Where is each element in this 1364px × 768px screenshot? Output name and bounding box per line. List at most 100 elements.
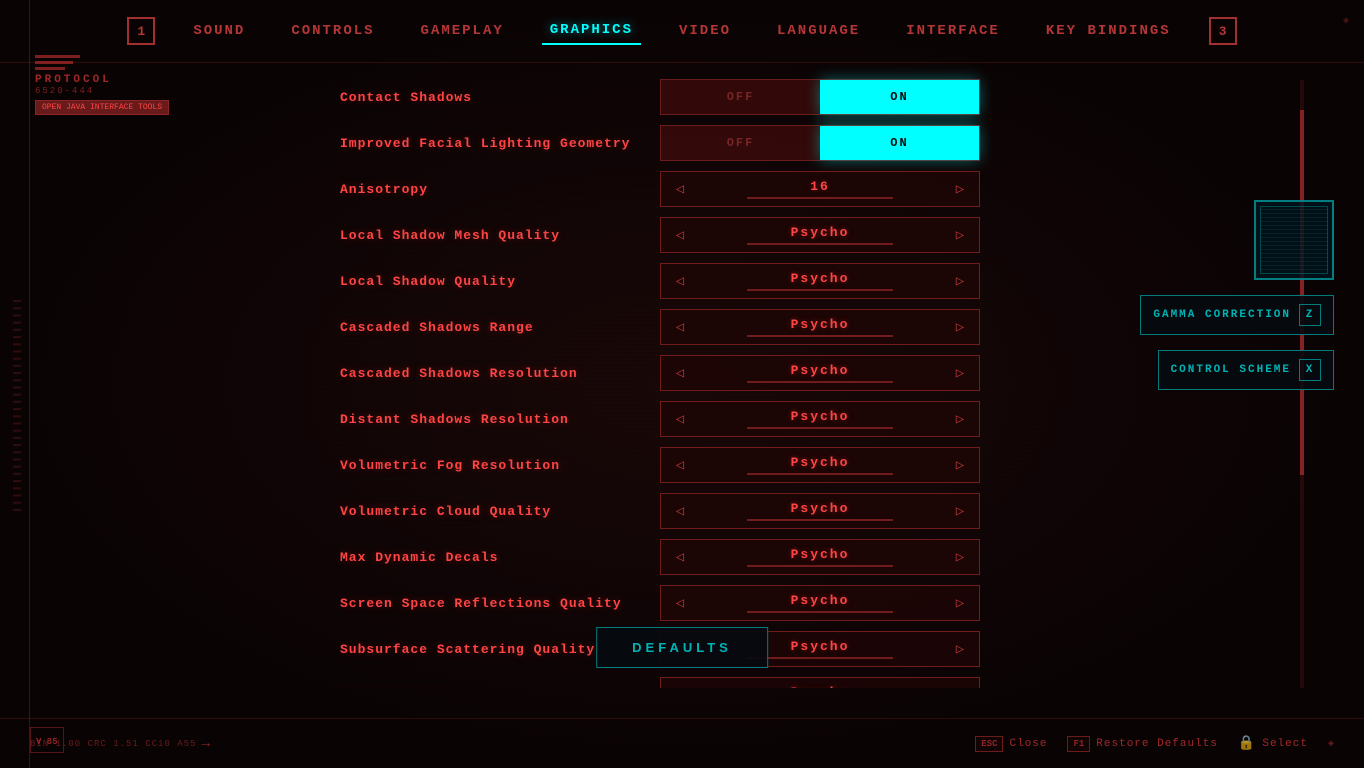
nav-video[interactable]: VIDEO: [671, 18, 739, 44]
arrow-right-local-shadow-quality[interactable]: ▷: [941, 264, 979, 298]
arrow-right-cascaded-shadows-range[interactable]: ▷: [941, 310, 979, 344]
select-action[interactable]: 🔒 Select: [1238, 735, 1308, 752]
left-decoration: ▌▌▌▌▌▌▌▌▌▌▌▌▌▌▌▌▌▌▌▌▌▌▌▌▌▌▌▌▌▌: [12, 300, 20, 516]
arrow-left-anisotropy[interactable]: ◁: [661, 172, 699, 206]
arrow-right-anisotropy[interactable]: ▷: [941, 172, 979, 206]
arrow-right-ambient-occlusion[interactable]: ▷: [941, 678, 979, 688]
nav-gameplay[interactable]: GAMEPLAY: [413, 18, 512, 44]
nav-number-1[interactable]: 1: [127, 17, 155, 45]
slider-value-subsurface-scattering: Psycho: [791, 639, 850, 654]
slider-value-ambient-occlusion: Psycho: [791, 685, 850, 688]
restore-label: Restore Defaults: [1096, 738, 1218, 750]
slider-bar-cascaded-shadows-res: [747, 381, 892, 383]
nav-language[interactable]: LANGUAGE: [769, 18, 868, 44]
slider-value-distant-shadows-res: Psycho: [791, 409, 850, 424]
control-scheme-label: CONTROL SCHEME: [1171, 364, 1291, 376]
defaults-area: DEFAULTS: [596, 627, 768, 668]
slider-value-area-ambient-occlusion: Psycho: [699, 685, 941, 688]
setting-distant-shadows-res: Distant Shadows Resolution ◁ Psycho ▷: [340, 400, 1264, 438]
control-scheme-button[interactable]: CONTROL SCHEME X: [1158, 350, 1334, 390]
toggle-off-contact-shadows[interactable]: OFF: [661, 80, 820, 114]
nav-keybindings[interactable]: KEY BINDINGS: [1038, 18, 1179, 44]
logo-area: PROTOCOL 6520-444 OPEN JAVA INTERFACE TO…: [35, 55, 169, 115]
bottom-arrow-icon: →: [201, 736, 209, 752]
arrow-right-ssr-quality[interactable]: ▷: [941, 586, 979, 620]
toggle-on-facial-lighting[interactable]: ON: [820, 126, 979, 160]
slider-local-shadow-mesh[interactable]: ◁ Psycho ▷: [660, 217, 980, 253]
gamma-correction-key: Z: [1299, 304, 1321, 326]
slider-value-anisotropy: 16: [810, 179, 830, 194]
arrow-left-max-dynamic-decals[interactable]: ◁: [661, 540, 699, 574]
control-scheme-key: X: [1299, 359, 1321, 381]
setting-label-cascaded-shadows-res: Cascaded Shadows Resolution: [340, 366, 660, 381]
slider-max-dynamic-decals[interactable]: ◁ Psycho ▷: [660, 539, 980, 575]
slider-value-area-local-shadow-quality: Psycho: [699, 271, 941, 291]
slider-bar-local-shadow-quality: [747, 289, 892, 291]
arrow-right-cascaded-shadows-res[interactable]: ▷: [941, 356, 979, 390]
close-action[interactable]: ESC Close: [975, 736, 1047, 752]
logo-sub-text: 6520-444: [35, 86, 169, 96]
defaults-button[interactable]: DEFAULTS: [596, 627, 768, 668]
nav-sound-label: SOUND: [193, 23, 245, 39]
slider-volumetric-fog[interactable]: ◁ Psycho ▷: [660, 447, 980, 483]
arrow-right-distant-shadows-res[interactable]: ▷: [941, 402, 979, 436]
setting-facial-lighting: Improved Facial Lighting Geometry OFF ON: [340, 124, 1264, 162]
left-panel: ▌▌▌▌▌▌▌▌▌▌▌▌▌▌▌▌▌▌▌▌▌▌▌▌▌▌▌▌▌▌: [0, 0, 30, 768]
slider-distant-shadows-res[interactable]: ◁ Psycho ▷: [660, 401, 980, 437]
arrow-left-distant-shadows-res[interactable]: ◁: [661, 402, 699, 436]
arrow-left-local-shadow-mesh[interactable]: ◁: [661, 218, 699, 252]
arrow-right-max-dynamic-decals[interactable]: ▷: [941, 540, 979, 574]
slider-value-ssr-quality: Psycho: [791, 593, 850, 608]
restore-defaults-action[interactable]: F1 Restore Defaults: [1067, 736, 1217, 752]
right-panel: GAMMA CORRECTION Z CONTROL SCHEME X: [1140, 200, 1334, 390]
nav-sound[interactable]: SOUND: [185, 18, 253, 44]
arrow-left-local-shadow-quality[interactable]: ◁: [661, 264, 699, 298]
setting-max-dynamic-decals: Max Dynamic Decals ◁ Psycho ▷: [340, 538, 1264, 576]
gamma-correction-button[interactable]: GAMMA CORRECTION Z: [1140, 295, 1334, 335]
panel-preview-image: [1254, 200, 1334, 280]
arrow-left-cascaded-shadows-range[interactable]: ◁: [661, 310, 699, 344]
close-key: ESC: [975, 736, 1003, 752]
slider-bar-subsurface-scattering: [747, 657, 892, 659]
arrow-left-volumetric-fog[interactable]: ◁: [661, 448, 699, 482]
setting-volumetric-fog: Volumetric Fog Resolution ◁ Psycho ▷: [340, 446, 1264, 484]
toggle-on-contact-shadows[interactable]: ON: [820, 80, 979, 114]
nav-graphics[interactable]: GRAPHICS: [542, 17, 641, 45]
arrow-right-subsurface-scattering[interactable]: ▷: [941, 632, 979, 666]
arrow-right-volumetric-cloud[interactable]: ▷: [941, 494, 979, 528]
arrow-left-cascaded-shadows-res[interactable]: ◁: [661, 356, 699, 390]
slider-value-area-anisotropy: 16: [699, 179, 941, 199]
logo-line-3: [35, 67, 65, 70]
slider-local-shadow-quality[interactable]: ◁ Psycho ▷: [660, 263, 980, 299]
setting-label-cascaded-shadows-range: Cascaded Shadows Range: [340, 320, 660, 335]
nav-interface[interactable]: INTERFACE: [898, 18, 1008, 44]
setting-label-anisotropy: Anisotropy: [340, 182, 660, 197]
slider-volumetric-cloud[interactable]: ◁ Psycho ▷: [660, 493, 980, 529]
slider-cascaded-shadows-range[interactable]: ◁ Psycho ▷: [660, 309, 980, 345]
slider-bar-local-shadow-mesh: [747, 243, 892, 245]
setting-local-shadow-mesh: Local Shadow Mesh Quality ◁ Psycho ▷: [340, 216, 1264, 254]
arrow-left-ssr-quality[interactable]: ◁: [661, 586, 699, 620]
toggle-off-facial-lighting[interactable]: OFF: [661, 126, 820, 160]
slider-value-volumetric-cloud: Psycho: [791, 501, 850, 516]
nav-controls[interactable]: CONTROLS: [283, 18, 382, 44]
bottom-bar: BIN 1.00 CRC 1.51 CC10 A55 → ESC Close F…: [0, 718, 1364, 768]
arrow-right-volumetric-fog[interactable]: ▷: [941, 448, 979, 482]
slider-anisotropy[interactable]: ◁ 16 ▷: [660, 171, 980, 207]
nav-controls-label: CONTROLS: [291, 23, 374, 39]
slider-ambient-occlusion[interactable]: ◁ Psycho ▷: [660, 677, 980, 688]
arrow-left-volumetric-cloud[interactable]: ◁: [661, 494, 699, 528]
slider-cascaded-shadows-res[interactable]: ◁ Psycho ▷: [660, 355, 980, 391]
toggle-facial-lighting[interactable]: OFF ON: [660, 125, 980, 161]
arrow-right-local-shadow-mesh[interactable]: ▷: [941, 218, 979, 252]
arrow-left-ambient-occlusion[interactable]: ◁: [661, 678, 699, 688]
slider-ssr-quality[interactable]: ◁ Psycho ▷: [660, 585, 980, 621]
nav-number-3[interactable]: 3: [1209, 17, 1237, 45]
nav-interface-label: INTERFACE: [906, 23, 1000, 39]
slider-value-area-max-dynamic-decals: Psycho: [699, 547, 941, 567]
toggle-contact-shadows[interactable]: OFF ON: [660, 79, 980, 115]
settings-list: Contact Shadows OFF ON Improved Facial L…: [340, 63, 1264, 688]
slider-bar-anisotropy: [747, 197, 892, 199]
setting-label-volumetric-fog: Volumetric Fog Resolution: [340, 458, 660, 473]
slider-value-max-dynamic-decals: Psycho: [791, 547, 850, 562]
